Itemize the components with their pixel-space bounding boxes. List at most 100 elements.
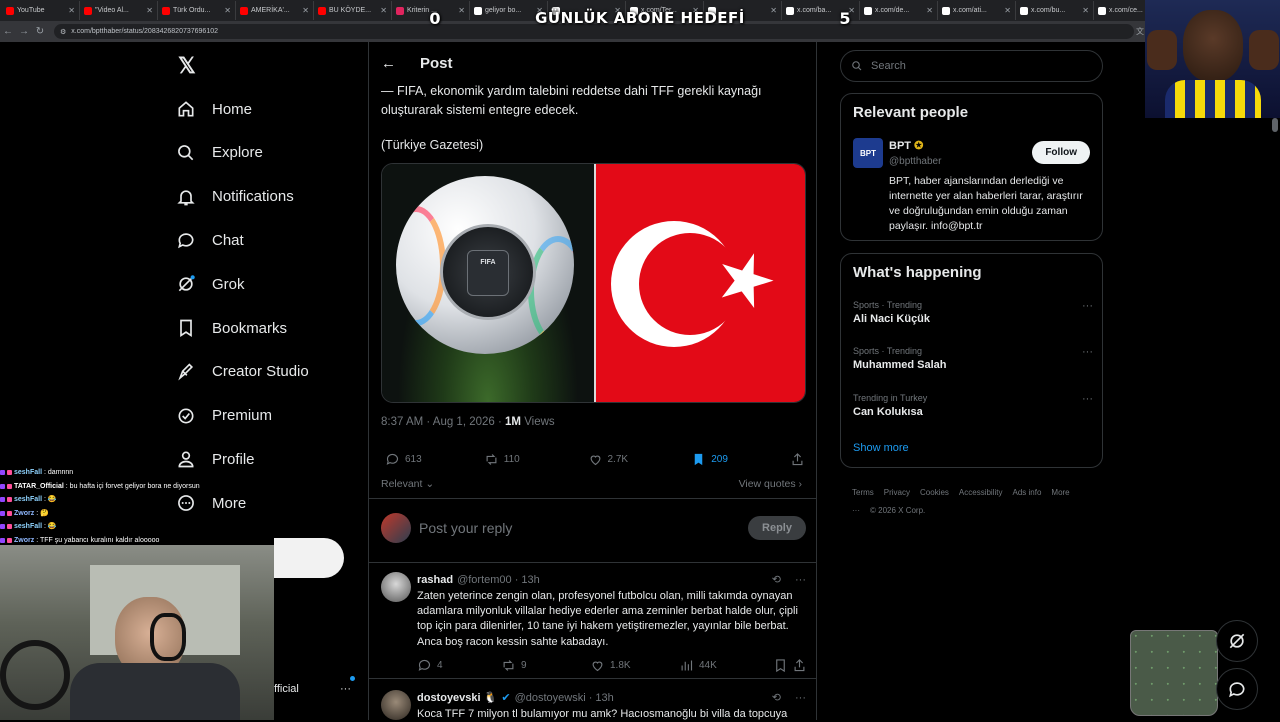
verified-gold-icon: ✪	[914, 140, 924, 152]
browser-tab[interactable]: Kriterin ... ✕	[392, 1, 470, 20]
nav-item-creator-studio[interactable]: Creator Studio	[176, 357, 309, 387]
reply-author[interactable]: dostoyevski 🐧	[417, 691, 497, 704]
url-field[interactable]: ⚙ x.com/bptthaber/status/208342682073769…	[54, 24, 1134, 39]
tab-close-icon[interactable]: ✕	[1082, 6, 1089, 15]
reply-avatar[interactable]	[381, 690, 411, 720]
browser-tab[interactable]: x.com/de... ✕	[860, 1, 938, 20]
nav-item-premium[interactable]: Premium	[176, 401, 272, 431]
person-name-row[interactable]: BPT ✪	[889, 139, 923, 152]
tab-close-icon[interactable]: ✕	[614, 6, 621, 15]
reply-handle[interactable]: @fortem00 · 13h	[457, 574, 540, 586]
tab-close-icon[interactable]: ✕	[380, 6, 387, 15]
share-action[interactable]	[790, 452, 805, 467]
tab-close-icon[interactable]: ✕	[770, 6, 777, 15]
browser-tab[interactable]: x.com/ba... ✕	[782, 1, 860, 20]
browser-tab[interactable]: geliyor bo... ✕	[470, 1, 548, 20]
browser-tab[interactable]: AMERİKA'... ✕	[236, 1, 314, 20]
reply-action[interactable]: 613	[385, 452, 480, 467]
tab-close-icon[interactable]: ✕	[458, 6, 465, 15]
more-options-icon[interactable]: ···	[795, 692, 806, 704]
grok-button[interactable]	[1216, 620, 1258, 662]
post-image[interactable]: FIFA	[381, 163, 806, 403]
footer-link[interactable]: Accessibility	[959, 488, 1003, 497]
back-icon[interactable]: ←	[381, 55, 396, 72]
reply-item[interactable]: dostoyevski 🐧 ✔ @dostoyewski · 13h ⟲ ···…	[381, 690, 806, 722]
trend-item[interactable]: Trending in Turkey Can Kolukısa ···	[853, 393, 1093, 418]
tab-close-icon[interactable]: ✕	[1004, 6, 1011, 15]
trend-item[interactable]: Sports · Trending Muhammed Salah ···	[853, 346, 1093, 371]
nav-item-bookmarks[interactable]: Bookmarks	[176, 313, 287, 343]
bpt-avatar[interactable]: BPT	[853, 138, 883, 168]
reload-icon[interactable]: ↻	[32, 26, 48, 37]
more-options-icon[interactable]: ···	[1082, 346, 1093, 358]
browser-tab[interactable]: x.com/bu... ✕	[1016, 1, 1094, 20]
tab-close-icon[interactable]: ✕	[68, 6, 75, 15]
nav-item-notifications[interactable]: Notifications	[176, 182, 294, 212]
person-handle[interactable]: @bptthaber	[889, 156, 941, 167]
more-options-icon[interactable]: ···	[795, 574, 806, 586]
page-scrollbar[interactable]	[1272, 118, 1278, 132]
reply-input[interactable]: Post your reply	[419, 520, 748, 536]
nav-item-explore[interactable]: Explore	[176, 138, 263, 168]
follow-button[interactable]: Follow	[1032, 141, 1090, 164]
like-action[interactable]: 2.7K	[588, 452, 688, 467]
share-up-icon	[794, 659, 805, 672]
search-bar[interactable]: Search	[840, 50, 1103, 82]
browser-tab[interactable]: YouTube ✕	[2, 1, 80, 20]
views-action[interactable]: 44K	[679, 658, 769, 673]
footer-link[interactable]: Ads info	[1013, 488, 1042, 497]
site-info-icon[interactable]: ⚙	[60, 28, 66, 36]
search-input[interactable]: Search	[871, 60, 906, 72]
repost-action[interactable]: 9	[501, 658, 586, 673]
view-quotes-link[interactable]: View quotes ›	[739, 478, 802, 490]
browser-tab[interactable]: x.com/ati... ✕	[938, 1, 1016, 20]
back-arrow-icon[interactable]: ←	[0, 26, 16, 37]
browser-tab[interactable]: ✕	[548, 1, 626, 20]
tab-close-icon[interactable]: ✕	[848, 6, 855, 15]
account-name-partial[interactable]: fficial	[274, 683, 299, 695]
tab-close-icon[interactable]: ✕	[302, 6, 309, 15]
reply-avatar[interactable]	[381, 572, 411, 602]
browser-tab[interactable]: BU KÖYDE... ✕	[314, 1, 392, 20]
x-logo-icon[interactable]: 𝕏	[178, 53, 196, 79]
browser-tab[interactable]: ✕	[704, 1, 782, 20]
nav-item-chat[interactable]: Chat	[176, 225, 244, 255]
reply-handle[interactable]: @dostoyewski · 13h	[515, 692, 614, 704]
like-action[interactable]: 1.8K	[590, 658, 675, 673]
nav-item-grok[interactable]: Grok	[176, 269, 245, 299]
footer-link[interactable]: Privacy	[884, 488, 910, 497]
tab-title: Kriterin ...	[407, 7, 437, 14]
reply-item[interactable]: rashad @fortem00 · 13h ⟲ ··· Zaten yeter…	[381, 572, 806, 673]
footer-link[interactable]: Terms	[852, 488, 874, 497]
bookmark-action[interactable]	[773, 658, 788, 673]
footer-link[interactable]: Cookies	[920, 488, 949, 497]
repost-action[interactable]: 110	[484, 452, 584, 467]
tab-close-icon[interactable]: ✕	[536, 6, 543, 15]
browser-tab[interactable]: "Video Al... ✕	[80, 1, 158, 20]
nav-item-home[interactable]: Home	[176, 94, 252, 124]
share-action[interactable]	[792, 658, 807, 673]
post-timestamp[interactable]: 8:37 AM · Aug 1, 2026 ·	[381, 416, 505, 428]
trend-item[interactable]: Sports · Trending Ali Naci Küçük ···	[853, 300, 1093, 325]
tab-close-icon[interactable]: ✕	[692, 6, 699, 15]
sort-dropdown[interactable]: Relevant ⌄	[381, 478, 434, 490]
browser-tab[interactable]: Türk Ordu... ✕	[158, 1, 236, 20]
account-more-icon[interactable]: ···	[340, 683, 351, 695]
footer-link[interactable]: © 2026 X Corp.	[870, 506, 925, 515]
post-column: ← Post — FIFA, ekonomik yardım talebini …	[368, 42, 817, 720]
browser-tab[interactable]: x.com/Ter... ✕	[626, 1, 704, 20]
more-options-icon[interactable]: ···	[1082, 300, 1093, 312]
tab-close-icon[interactable]: ✕	[224, 6, 231, 15]
show-more-link[interactable]: Show more	[853, 442, 909, 454]
chat-button[interactable]	[1216, 668, 1258, 710]
more-options-icon[interactable]: ···	[1082, 393, 1093, 405]
reply-action[interactable]: 4	[417, 658, 497, 673]
tab-close-icon[interactable]: ✕	[146, 6, 153, 15]
grok-explain-icon[interactable]: ⟲	[772, 691, 781, 704]
tab-close-icon[interactable]: ✕	[926, 6, 933, 15]
bookmark-action[interactable]: 209	[691, 452, 786, 467]
grok-explain-icon[interactable]: ⟲	[772, 573, 781, 586]
reply-button[interactable]: Reply	[748, 516, 806, 540]
reply-author[interactable]: rashad	[417, 574, 453, 586]
forward-arrow-icon[interactable]: →	[16, 26, 32, 37]
